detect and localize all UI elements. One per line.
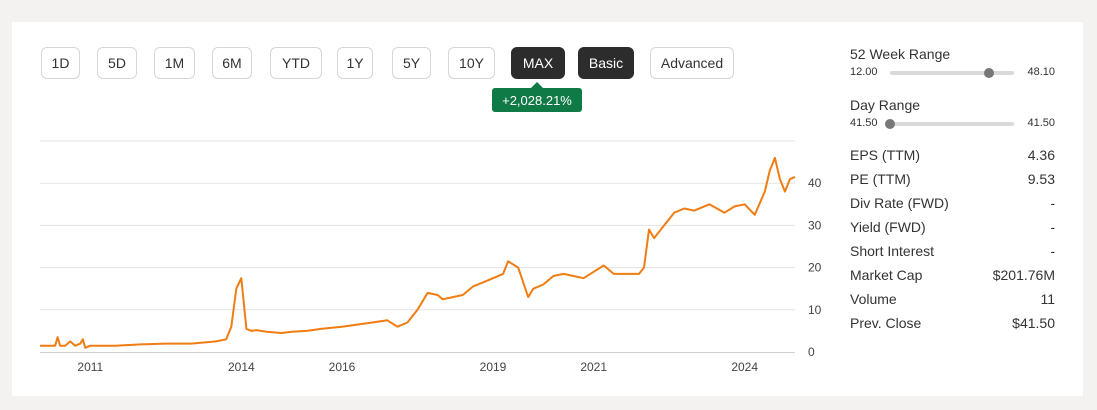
stat-row: Prev. Close $41.50 [850,315,1055,335]
price-chart: 0 10 20 30 40 2011 2014 2016 2019 2021 2024 [40,140,822,374]
stat-label: Volume [850,291,897,307]
day-range-track [885,119,1014,129]
mode-button-advanced[interactable]: Advanced [650,47,734,79]
week52-track [890,68,1014,78]
x-tick-label: 2011 [77,360,103,374]
week52-title: 52 Week Range [850,46,951,62]
stat-label: PE (TTM) [850,171,911,187]
period-button-ytd[interactable]: YTD [270,47,322,79]
stat-value: - [1050,195,1055,211]
period-button-5y[interactable]: 5Y [392,47,431,79]
day-range-high: 41.50 [1027,117,1055,129]
stat-value: - [1050,243,1055,259]
price-line [40,156,796,349]
stat-row: PE (TTM) 9.53 [850,171,1055,191]
stat-row: EPS (TTM) 4.36 [850,147,1055,167]
stat-value: $41.50 [1012,315,1055,331]
stat-value: $201.76M [992,267,1055,283]
mode-button-basic[interactable]: Basic [578,47,634,79]
stat-row: Div Rate (FWD) - [850,195,1055,215]
change-badge: +2,028.21% [492,82,582,112]
stat-label: Div Rate (FWD) [850,195,949,211]
stat-label: Prev. Close [850,315,922,331]
period-button-1d[interactable]: 1D [41,47,80,79]
y-tick-label: 10 [808,303,822,317]
day-range-low: 41.50 [850,117,878,129]
x-tick-label: 2014 [228,360,255,374]
period-button-1y[interactable]: 1Y [337,47,373,79]
stat-value: 11 [1040,291,1055,307]
stat-value: 9.53 [1027,171,1055,187]
period-button-1m[interactable]: 1M [154,47,195,79]
week52-high: 48.10 [1027,66,1055,78]
x-tick-label: 2019 [480,360,507,374]
period-button-10y[interactable]: 10Y [448,47,495,79]
x-tick-label: 2024 [731,360,758,374]
period-button-max[interactable]: MAX [511,47,565,79]
day-range-title: Day Range [850,97,921,113]
quote-panel: 1D 5D 1M 6M YTD 1Y 5Y 10Y MAX Basic Advanced +2,02… [12,22,1083,396]
day-range-knob [885,119,895,129]
stat-row: Market Cap $201.76M [850,267,1055,287]
week52-range: 12.00 48.10 [850,66,1055,80]
stat-value: 4.36 [1027,147,1055,163]
stat-label: Short Interest [850,243,935,259]
y-tick-label: 40 [808,176,822,190]
period-button-5d[interactable]: 5D [97,47,137,79]
x-tick-label: 2021 [580,360,607,374]
period-button-6m[interactable]: 6M [212,47,252,79]
stat-value: - [1050,219,1055,235]
y-tick-label: 30 [808,218,822,232]
x-tick-label: 2016 [329,360,356,374]
stat-row: Short Interest - [850,243,1055,263]
stat-label: EPS (TTM) [850,147,920,163]
stat-label: Yield (FWD) [850,219,926,235]
week52-low: 12.00 [850,66,878,78]
stat-row: Volume 11 [850,291,1055,311]
day-range: 41.50 41.50 [850,117,1055,131]
stat-row: Yield (FWD) - [850,219,1055,239]
y-tick-label: 20 [808,261,822,275]
week52-knob [984,68,995,78]
y-tick-label: 0 [808,345,815,359]
stat-label: Market Cap [850,267,923,283]
